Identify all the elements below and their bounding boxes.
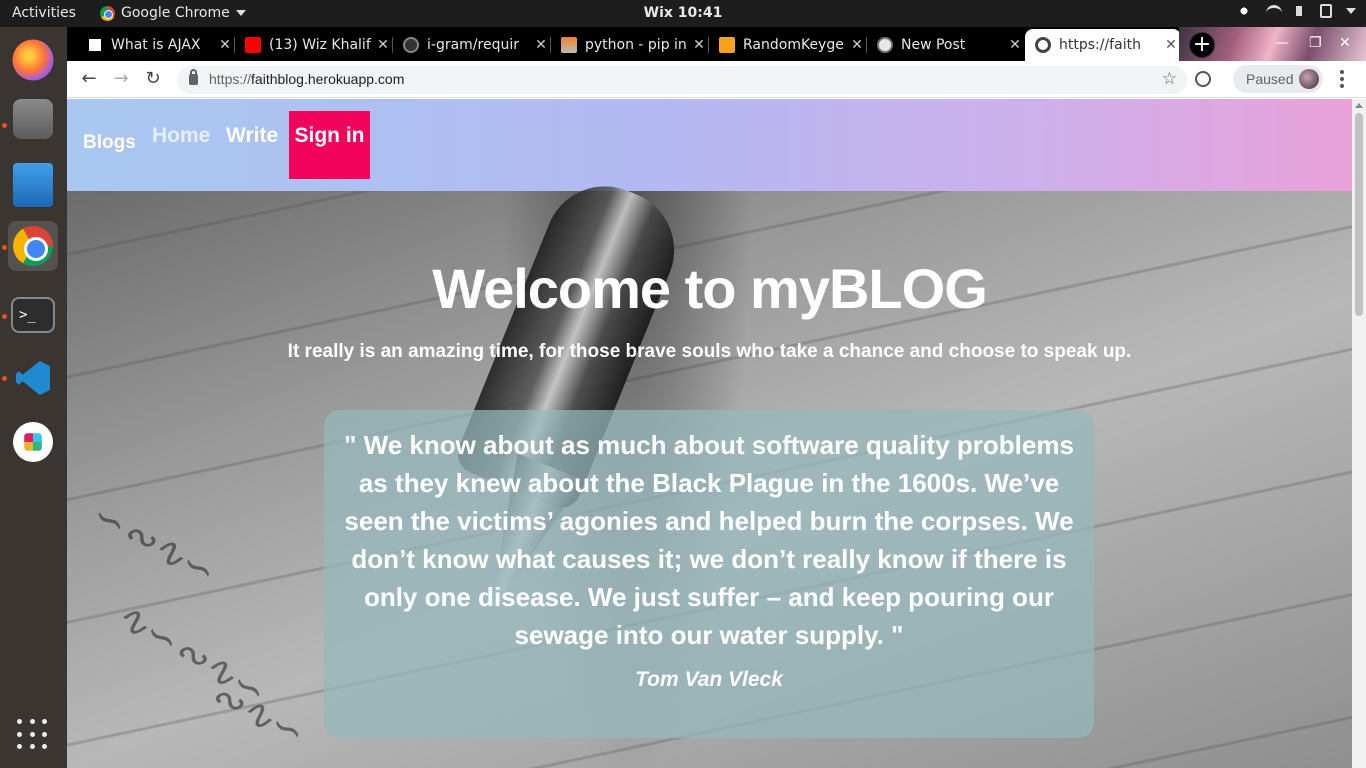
url-text[interactable]: https://faithblog.herokuapp.com [209,71,404,87]
globe-favicon-icon [877,37,893,53]
running-indicator [2,314,7,319]
tab-title: https://faith [1059,37,1141,53]
tab-title: python - pip in [585,37,687,53]
system-menu-chevron-icon[interactable] [1346,8,1356,14]
tab-github[interactable]: i-gram/requir ✕ [393,29,551,61]
site-brand[interactable]: Blogs [83,132,136,154]
handwriting-decoration: ∽∾∿∽ [84,492,225,596]
nav-home-link[interactable]: Home [152,124,210,148]
slack-icon[interactable] [13,422,53,462]
avatar [1299,69,1320,89]
hero-title: Welcome to myBLOG [432,257,988,320]
running-indicator [2,376,7,381]
url-scheme: https:// [209,71,252,87]
vscode-icon[interactable] [8,353,58,403]
browser-window: What is AJAX ✕ (13) Wiz Khalif ✕ i-gram/… [67,27,1366,768]
close-icon[interactable]: ✕ [1005,37,1025,53]
site-navbar: Blogs Home Write Sign in [67,99,1352,191]
new-tab-button[interactable]: + [1189,32,1215,58]
hero-subtitle: It really is an amazing time, for those … [287,341,1132,362]
back-arrow-icon[interactable]: ← [77,68,101,92]
tab-title: i-gram/requir [427,37,519,53]
close-icon[interactable]: ✕ [531,37,551,53]
minimize-icon[interactable]: — [1275,35,1289,51]
scrollbar-thumb[interactable] [1355,113,1363,316]
browser-toolbar: ← → ↻ https://faithblog.herokuapp.com ☆ … [67,61,1366,98]
close-icon[interactable]: ✕ [689,37,709,53]
quote-author: Tom Van Vleck [635,668,783,691]
tab-stackoverflow[interactable]: python - pip in ✕ [551,29,709,61]
bookmark-star-icon[interactable]: ☆ [1162,69,1177,89]
files-icon[interactable] [13,99,53,139]
close-icon[interactable]: ✕ [373,37,393,53]
tab-youtube[interactable]: (13) Wiz Khalif ✕ [235,29,393,61]
tab-randomkeygen[interactable]: RandomKeyge ✕ [709,29,867,61]
system-tray[interactable] [1236,3,1356,19]
chrome-icon[interactable] [8,221,58,271]
url-host: faithblog.herokuapp.com [251,71,405,87]
volume-icon[interactable] [1296,6,1306,16]
wifi-icon[interactable] [1266,5,1282,17]
reload-icon[interactable]: ↻ [141,68,165,92]
show-applications-icon[interactable] [17,719,49,751]
nav-write-link[interactable]: Write [226,124,278,148]
tab-ajax[interactable]: What is AJAX ✕ [77,29,235,61]
close-icon[interactable]: ✕ [215,37,235,53]
maximize-icon[interactable]: ❐ [1309,35,1322,51]
libreoffice-writer-icon[interactable] [13,163,53,207]
quote-card: " We know about as much about software q… [324,410,1094,738]
close-icon[interactable]: ✕ [847,37,867,53]
firefox-icon[interactable] [12,39,54,81]
close-icon[interactable]: ✕ [1161,37,1181,53]
globe-favicon-icon [1035,37,1051,53]
tab-title: New Post [901,37,966,53]
profile-button[interactable]: Paused [1233,65,1324,93]
randomkeygen-favicon-icon [719,37,735,53]
tab-strip: What is AJAX ✕ (13) Wiz Khalif ✕ i-gram/… [67,27,1366,61]
scroll-up-arrow-icon[interactable] [1355,103,1363,108]
close-window-icon[interactable]: ✕ [1339,35,1351,51]
system-top-bar: Activities Google Chrome Wix 10:41 [0,0,1366,27]
forward-arrow-icon[interactable]: → [109,68,133,92]
youtube-favicon-icon [245,37,261,53]
profile-status-label: Paused [1246,71,1294,87]
dock: >_ [0,27,67,768]
tab-faithblog[interactable]: https://faith ✕ [1025,29,1181,61]
ajax-favicon-icon [87,37,103,53]
chrome-logo [13,226,53,266]
battery-icon[interactable] [1320,4,1332,18]
tab-title: (13) Wiz Khalif [269,37,371,53]
lock-icon[interactable] [189,69,198,85]
running-indicator [2,123,7,128]
extension-icon[interactable] [1195,71,1211,87]
tab-new-post[interactable]: New Post ✕ [867,29,1025,61]
quote-text: " We know about as much about software q… [344,430,1074,650]
tab-title: RandomKeyge [743,37,844,53]
page-viewport: Blogs Home Write Sign in ∽∾∿∽ ∿∽∾∿∽ ∾∿∽ … [67,99,1366,768]
running-indicator [2,245,7,250]
clock[interactable]: Wix 10:41 [0,5,1366,21]
signin-button[interactable]: Sign in [289,111,370,179]
address-bar[interactable]: https://faithblog.herokuapp.com ☆ [177,66,1187,94]
page-scrollbar[interactable] [1352,99,1366,768]
hero-section: ∽∾∿∽ ∿∽∾∿∽ ∾∿∽ Welcome to myBLOG It real… [67,168,1352,768]
stackoverflow-favicon-icon [561,37,577,53]
tab-title: What is AJAX [111,37,201,53]
browser-menu-icon[interactable] [1340,70,1344,88]
slack-tray-icon[interactable] [1236,3,1252,19]
terminal-icon[interactable]: >_ [11,297,55,333]
github-favicon-icon [403,37,419,53]
